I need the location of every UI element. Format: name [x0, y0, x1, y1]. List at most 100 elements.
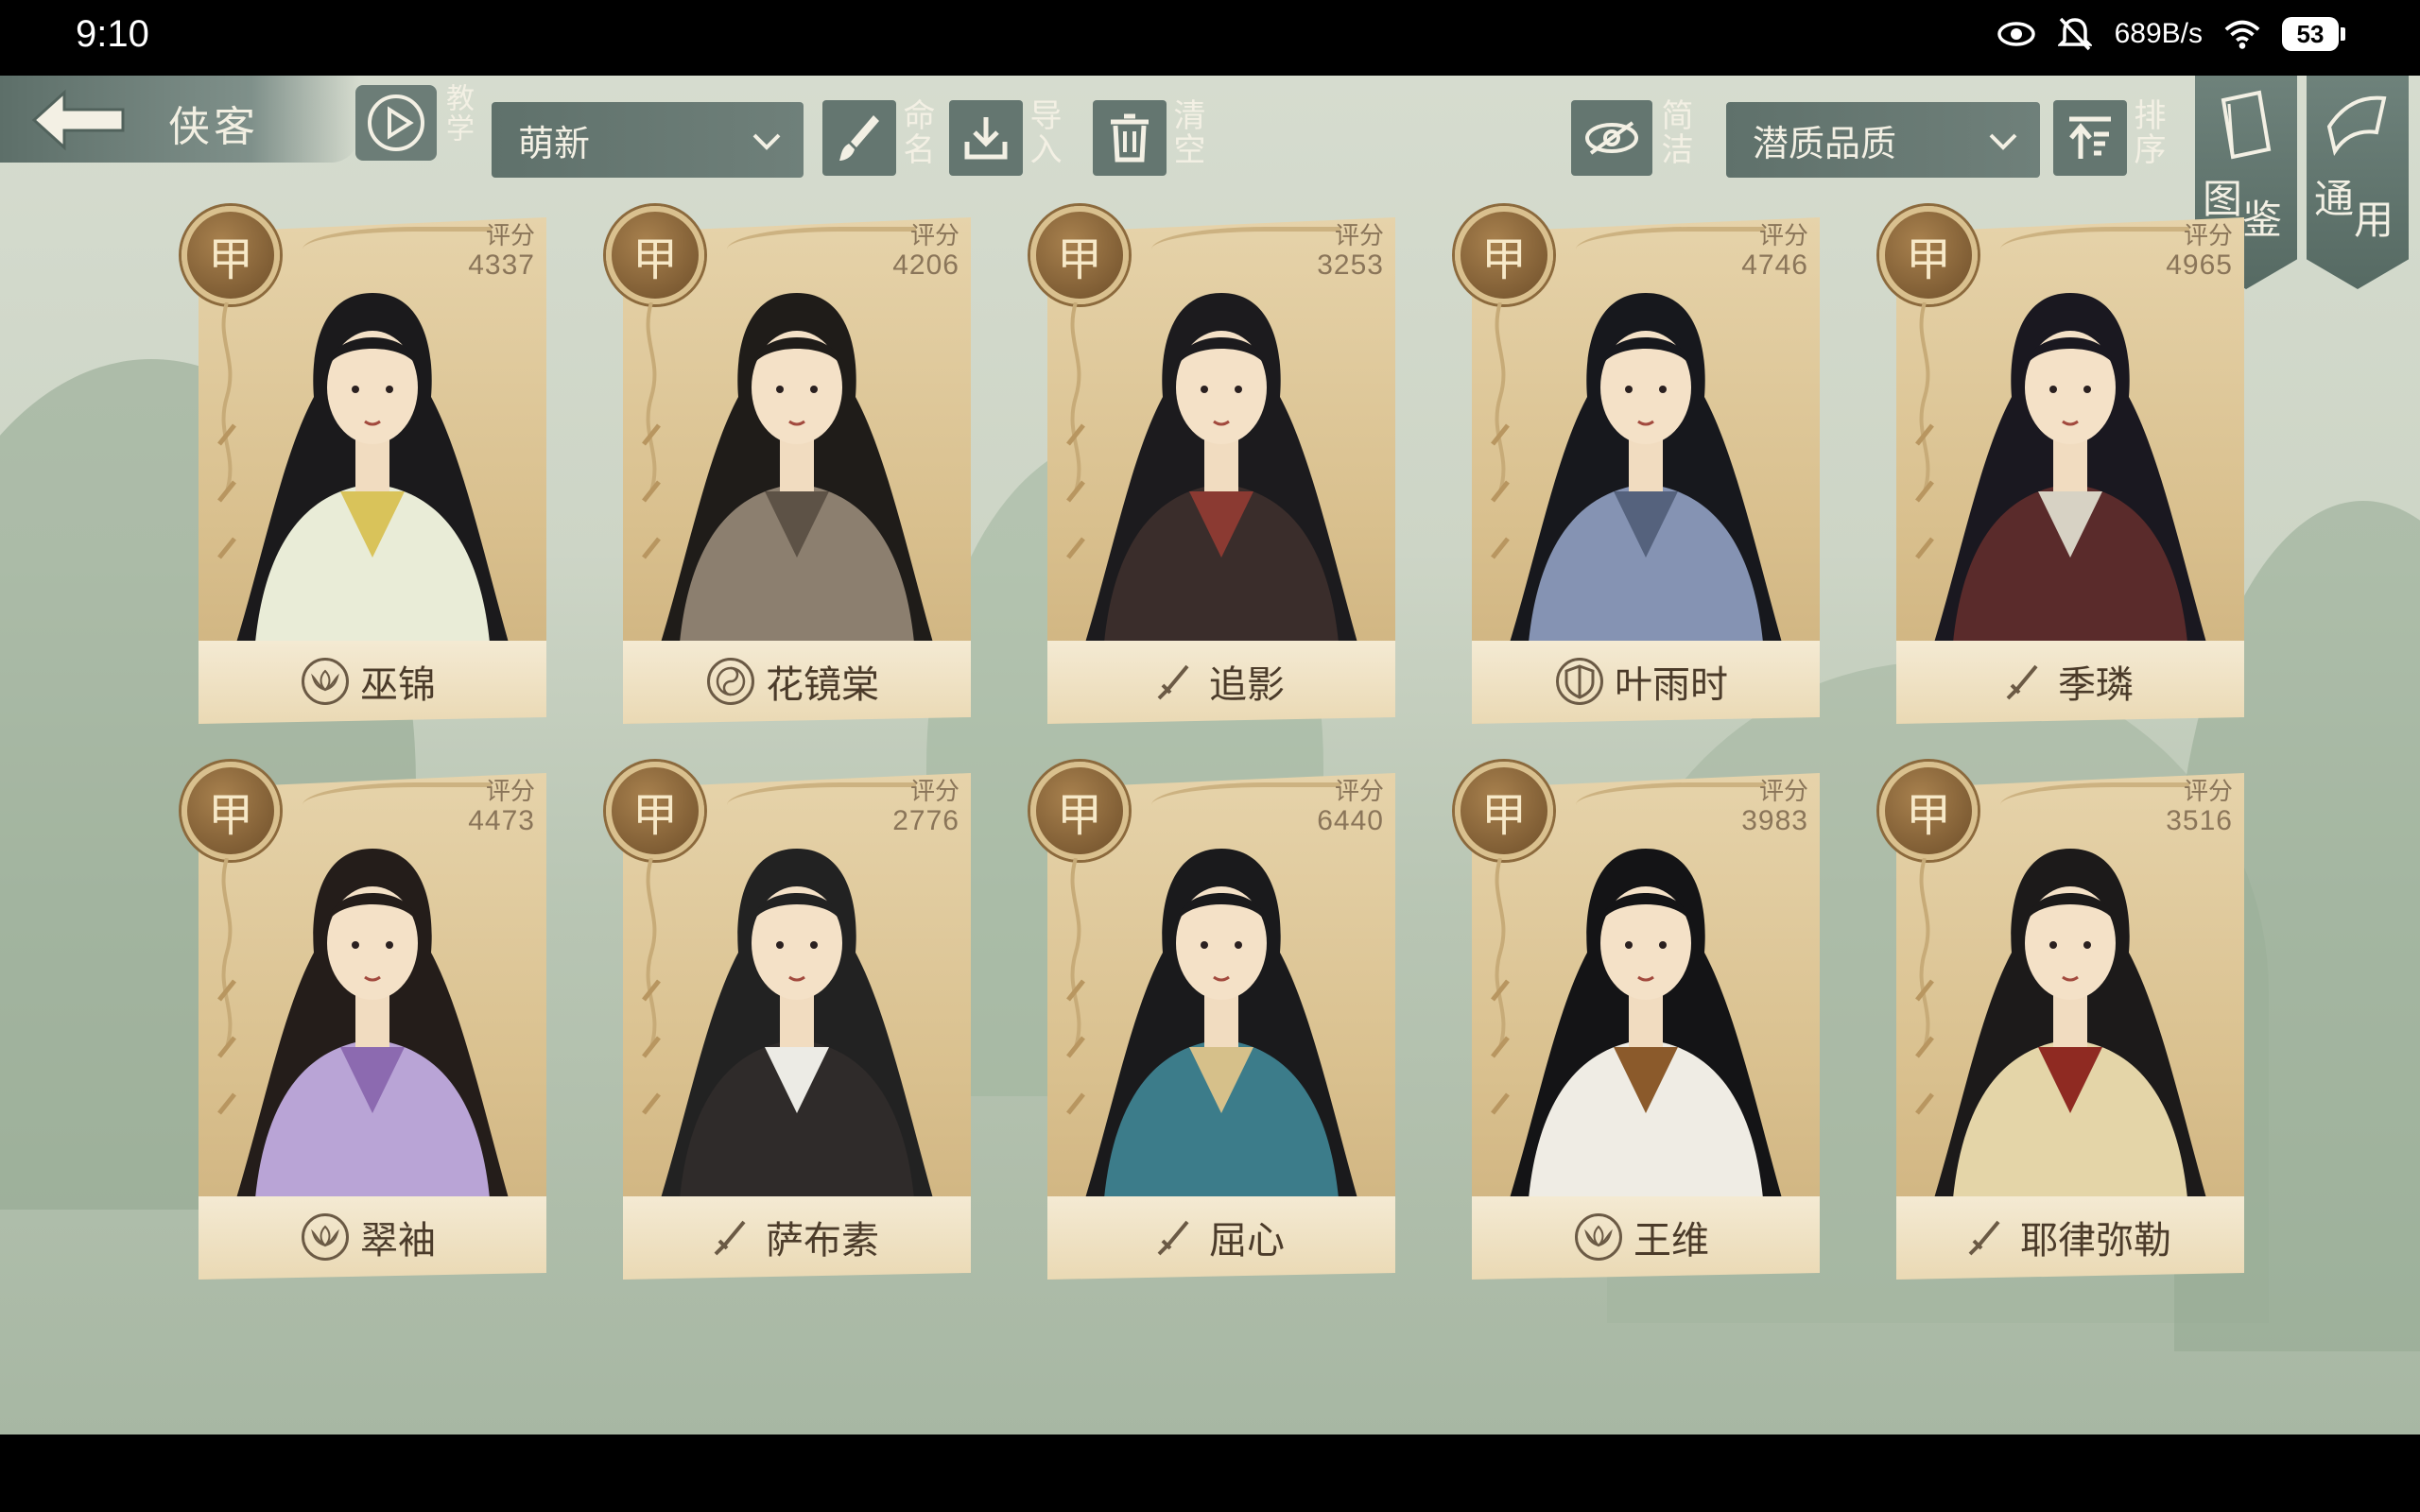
- hero-name-row: 追影: [1038, 654, 1397, 709]
- simple-mode-button[interactable]: 简洁: [1571, 98, 1694, 178]
- clock: 9:10: [76, 13, 149, 55]
- score-label: 评分: [1758, 221, 1808, 249]
- hero-card[interactable]: 甲 评分 4746 叶雨时: [1455, 206, 1822, 728]
- hero-card[interactable]: 甲 评分 4473 翠袖: [182, 762, 548, 1283]
- hero-name: 季璘: [2058, 663, 2134, 707]
- hero-card[interactable]: 甲 评分 3516 耶律弥勒: [1879, 762, 2246, 1283]
- score-value: 4965: [2166, 249, 2233, 281]
- star-markers: [642, 858, 661, 1115]
- lotus-icon: [1575, 1213, 1622, 1261]
- score-value: 6440: [1317, 805, 1384, 836]
- hero-name-row: 屈心: [1038, 1210, 1397, 1264]
- navigation-bar: [0, 1435, 2420, 1512]
- general-tab[interactable]: 通用: [2307, 76, 2409, 289]
- score-label: 评分: [485, 777, 535, 805]
- clear-button[interactable]: 清空: [1093, 98, 1216, 178]
- play-icon: [355, 85, 437, 161]
- sword-icon: [1150, 1213, 1198, 1261]
- general-label: 通用: [2314, 176, 2394, 243]
- sort-button[interactable]: 排序: [2053, 98, 2176, 178]
- hero-name-row: 花镜棠: [614, 654, 973, 709]
- rank-badge: 甲: [1455, 762, 1553, 860]
- hero-card[interactable]: 甲 评分 4965 季璘: [1879, 206, 2246, 728]
- hero-card[interactable]: 甲 评分 4337 巫锦: [182, 206, 548, 728]
- hero-name-row: 翠袖: [189, 1210, 548, 1264]
- star-markers: [217, 858, 236, 1115]
- rank-badge: 甲: [1455, 206, 1553, 304]
- hero-name: 翠袖: [360, 1219, 436, 1263]
- star-markers: [642, 302, 661, 559]
- status-icons: 689B/s 53: [1996, 15, 2345, 53]
- star-markers: [217, 302, 236, 559]
- hero-name-row: 叶雨时: [1462, 654, 1822, 709]
- hero-card[interactable]: 甲 评分 6440 屈心: [1030, 762, 1397, 1283]
- score-value: 2776: [892, 805, 959, 836]
- wifi-icon: [2223, 15, 2261, 53]
- rename-label: 命名: [897, 98, 935, 166]
- star-markers: [1491, 302, 1510, 559]
- hero-name: 叶雨时: [1615, 663, 1728, 707]
- rank-badge: 甲: [1030, 206, 1129, 304]
- hero-name: 萨布素: [766, 1219, 879, 1263]
- download-icon: [949, 100, 1023, 176]
- hero-name: 耶律弥勒: [2020, 1219, 2171, 1263]
- back-arrow-icon: [31, 89, 125, 151]
- back-button[interactable]: 侠客: [0, 76, 359, 163]
- simple-label: 简洁: [1655, 98, 1693, 166]
- hero-name: 巫锦: [360, 663, 436, 707]
- score-value: 3516: [2166, 805, 2233, 836]
- sort-icon: [2053, 100, 2127, 176]
- sort-dropdown[interactable]: 潜质品质: [1726, 102, 2040, 178]
- sort-label: 排序: [2128, 98, 2166, 166]
- tutorial-button[interactable]: 教学: [355, 81, 488, 166]
- score-value: 3983: [1741, 805, 1808, 836]
- net-speed: 689B/s: [2114, 18, 2203, 49]
- lotus-icon: [302, 658, 349, 705]
- star-markers: [1066, 858, 1085, 1115]
- score-label: 评分: [2183, 221, 2233, 249]
- import-label: 导入: [1024, 98, 1062, 166]
- hero-name: 屈心: [1209, 1219, 1285, 1263]
- import-button[interactable]: 导入: [949, 98, 1072, 178]
- filter-dropdown[interactable]: 萌新: [492, 102, 804, 178]
- tutorial-label: 教学: [441, 83, 474, 144]
- hero-card[interactable]: 甲 评分 4206 花镜棠: [606, 206, 973, 728]
- sword-icon: [1999, 658, 2047, 705]
- scroll-icon: [2326, 95, 2387, 156]
- score-label: 评分: [2183, 777, 2233, 805]
- sword-icon: [1150, 658, 1198, 705]
- chevron-down-icon: [1989, 133, 2017, 150]
- hero-name: 追影: [1209, 663, 1285, 707]
- hero-name: 花镜棠: [766, 663, 879, 707]
- shield-icon: [1556, 658, 1603, 705]
- sword-icon: [1962, 1213, 2009, 1261]
- lotus-icon: [302, 1213, 349, 1261]
- star-markers: [1491, 858, 1510, 1115]
- hero-card[interactable]: 甲 评分 2776 萨布素: [606, 762, 973, 1283]
- sort-dropdown-value: 潜质品质: [1753, 122, 1897, 164]
- hero-name-row: 王维: [1462, 1210, 1822, 1264]
- score-value: 4746: [1741, 249, 1808, 281]
- hero-card[interactable]: 甲 评分 3983 王维: [1455, 762, 1822, 1283]
- mute-icon: [2056, 15, 2094, 53]
- score-label: 评分: [909, 777, 959, 805]
- eye-icon: [1996, 15, 2035, 53]
- hero-name-row: 萨布素: [614, 1210, 973, 1264]
- rank-badge: 甲: [1030, 762, 1129, 860]
- score-value: 4337: [468, 249, 535, 281]
- score-label: 评分: [909, 221, 959, 249]
- rank-badge: 甲: [182, 762, 280, 860]
- hero-name-row: 巫锦: [189, 654, 548, 709]
- hero-name-row: 季璘: [1887, 654, 2246, 709]
- rank-badge: 甲: [1879, 762, 1978, 860]
- rank-badge: 甲: [606, 762, 704, 860]
- clear-label: 清空: [1167, 98, 1205, 166]
- hero-name-row: 耶律弥勒: [1887, 1210, 2246, 1264]
- hero-card[interactable]: 甲 评分 3253 追影: [1030, 206, 1397, 728]
- rank-badge: 甲: [182, 206, 280, 304]
- page-title: 侠客: [168, 103, 259, 151]
- score-label: 评分: [1758, 777, 1808, 805]
- book-icon: [2221, 90, 2272, 160]
- rank-badge: 甲: [606, 206, 704, 304]
- rename-button[interactable]: 命名: [822, 98, 936, 178]
